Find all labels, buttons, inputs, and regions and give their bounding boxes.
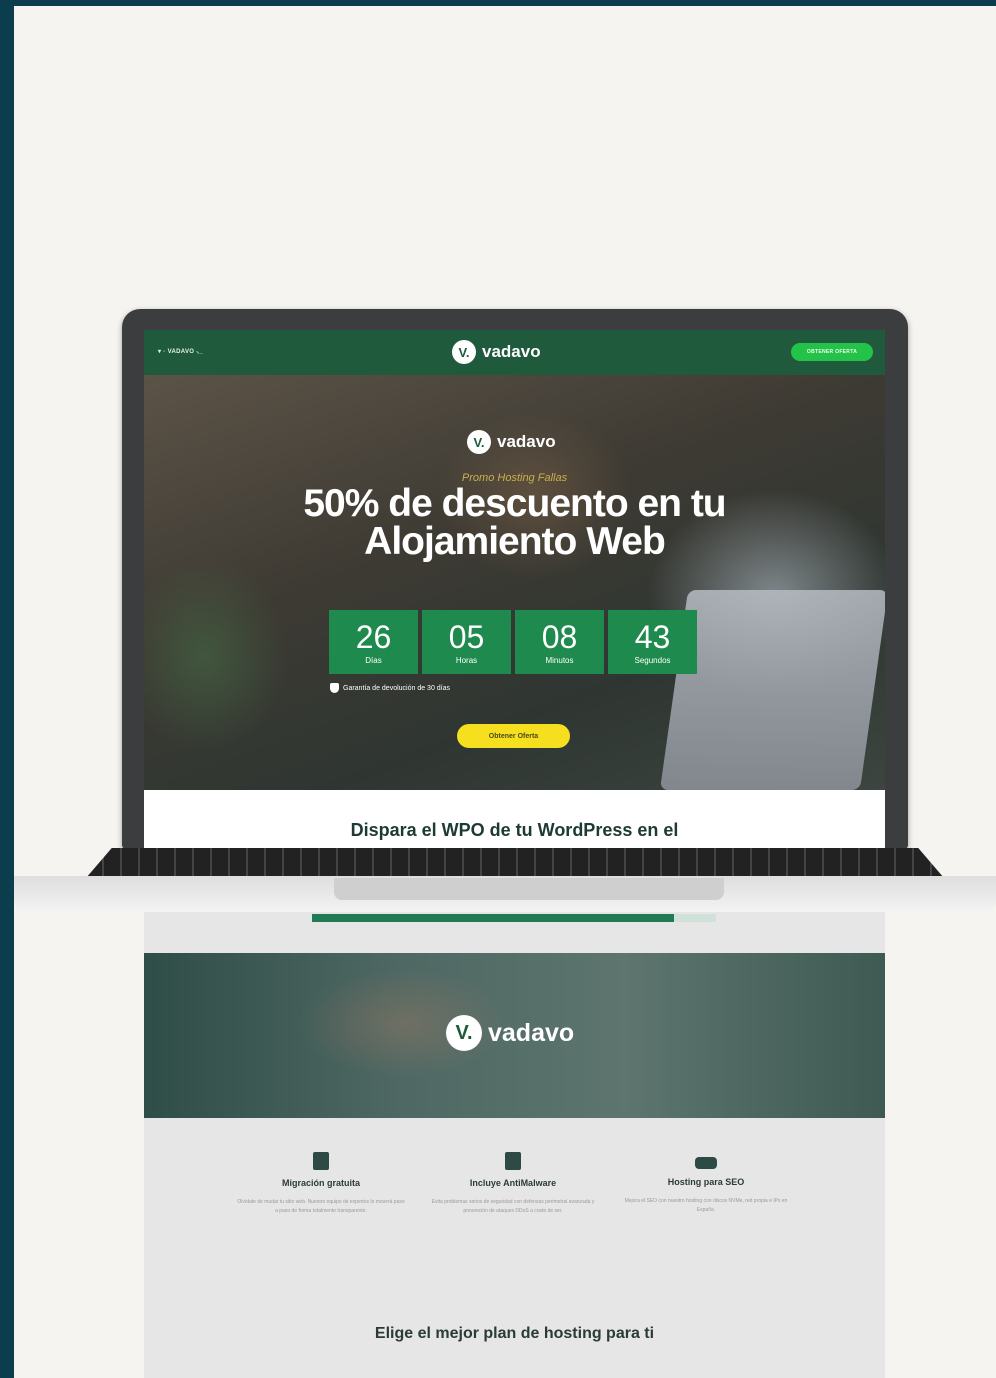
feature-description: Olvídate de mudar tu sitio web. Nuestro … [237,1199,405,1214]
feature-description: Mejora el SEO con nuestro hosting con di… [624,1198,788,1213]
obtain-offer-button[interactable]: Obtener Oferta [457,724,570,748]
countdown-hours: 05 Horas [422,610,511,674]
hard-drive-icon [695,1157,717,1169]
get-offer-button[interactable]: OBTENER OFERTA [791,343,873,361]
page-continuation: V. vadavo Migración gratuita Olvídate de… [144,912,885,1378]
feature-migration: Migración gratuita Olvídate de mudar tu … [236,1152,406,1216]
feature-title: Migración gratuita [281,1178,360,1188]
header-logo[interactable]: V. vadavo [452,340,541,364]
header-logo-text: vadavo [482,342,541,361]
countdown-days: 26 Días [329,610,418,674]
guarantee-text: Garantía de devolución de 30 días [343,684,451,692]
countdown-label: Días [365,655,382,665]
countdown-seconds: 43 Segundos [608,610,697,674]
hero-logo-text: vadavo [497,432,556,451]
countdown-minutes: 08 Minutos [515,610,604,674]
countdown-value: 43 [634,618,671,655]
feature-title: Incluye AntiMalware [469,1178,557,1188]
countdown-label: Minutos [545,655,574,665]
site-header: ▾ ◦ VADAVO ⸜_ V. vadavo OBTENER OFERTA [144,330,885,375]
vadavo-logo-icon: V. [446,1015,482,1051]
laptop-screen: ▾ ◦ VADAVO ⸜_ V. vadavo OBTENER OFERTA V… [144,330,885,849]
countdown-value: 08 [541,618,578,655]
guarantee-note: Garantía de devolución de 30 días [330,683,450,693]
progress-fill [312,914,674,922]
malware-shield-icon [505,1152,521,1170]
progress-bar [312,914,716,922]
section-title: Dispara el WPO de tu WordPress en el [350,820,679,840]
countdown-timer: 26 Días 05 Horas 08 Minutos 43 Segundos [329,610,697,674]
laptop-keyboard [86,848,944,878]
banner-logo-text: vadavo [488,1018,575,1047]
team-banner: V. vadavo [144,953,885,1118]
trackpad [334,878,724,900]
hero-section: V. vadavo Promo Hosting Fallas 50% de de… [144,375,885,790]
shield-icon [330,683,339,693]
countdown-value: 05 [448,618,485,655]
banner-logo: V. vadavo [446,1015,574,1051]
hero-headline: 50% de descuento en tu Alojamiento Web [303,482,726,563]
file-migration-icon [313,1152,329,1170]
vadavo-logo-icon: V. [467,430,491,454]
plans-title: Elige el mejor plan de hosting para ti [374,1325,655,1342]
feature-antimalware: Incluye AntiMalware Evita problemas seri… [428,1152,598,1216]
countdown-label: Horas [455,655,478,665]
feature-description: Evita problemas serios de seguridad con … [431,1199,595,1214]
laptop-base [14,876,996,912]
countdown-label: Segundos [634,655,671,665]
feature-seo-hosting: Hosting para SEO Mejora el SEO con nuest… [621,1157,791,1215]
hero-logo: V. vadavo [467,430,556,454]
header-mini-brand[interactable]: ▾ ◦ VADAVO ⸜_ [158,347,203,355]
vadavo-logo-icon: V. [452,340,476,364]
feature-title: Hosting para SEO [667,1177,745,1187]
countdown-value: 26 [355,618,392,655]
